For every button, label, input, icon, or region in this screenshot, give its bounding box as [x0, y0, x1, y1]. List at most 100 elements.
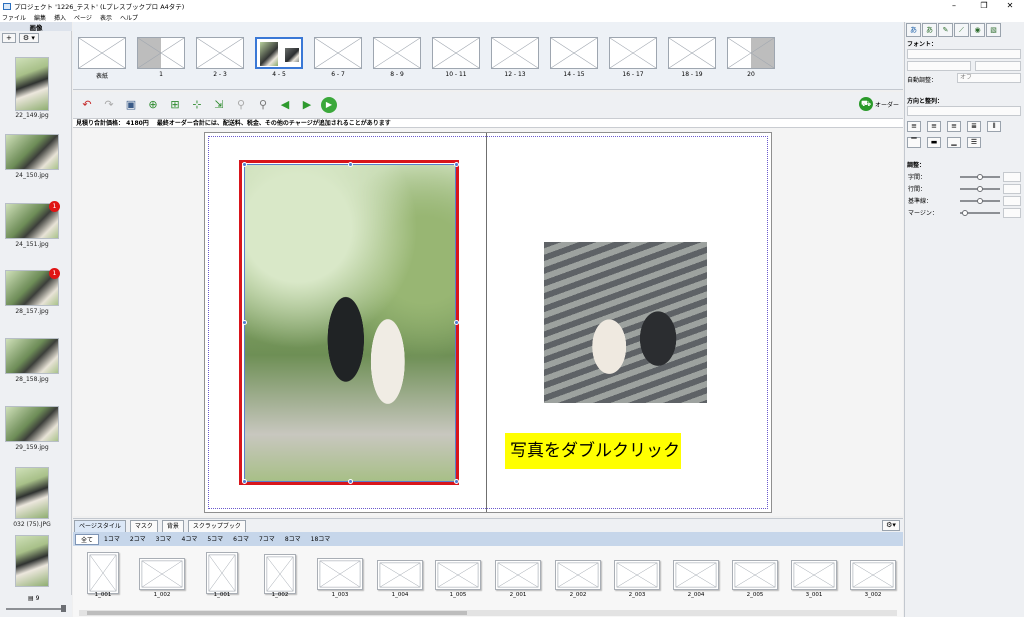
align-right-icon[interactable]: ≡	[947, 121, 961, 132]
spread-thumb[interactable]	[78, 37, 126, 69]
direction-select[interactable]	[907, 106, 1021, 116]
filter-5[interactable]: 5コマ	[202, 534, 228, 545]
filter-8[interactable]: 8コマ	[280, 534, 306, 545]
thumb-size-knob[interactable]	[61, 605, 66, 612]
filter-18[interactable]: 18コマ	[306, 534, 336, 545]
horizontal-scrollbar[interactable]	[79, 610, 897, 616]
resize-handle[interactable]	[348, 162, 353, 167]
resize-handle[interactable]	[454, 479, 459, 484]
tab-page-style[interactable]: ページスタイル	[74, 520, 126, 532]
align-center-icon[interactable]: ≡	[927, 121, 941, 132]
page-template[interactable]	[139, 558, 185, 590]
photo-thumb[interactable]	[15, 467, 49, 519]
filter-3[interactable]: 3コマ	[151, 534, 177, 545]
adjust-slider-knob[interactable]	[977, 186, 983, 192]
order-button[interactable]: ⛟ オーダー	[858, 97, 899, 111]
page-template[interactable]	[87, 552, 119, 594]
resize-handle[interactable]	[454, 320, 459, 325]
auto-adjust-select[interactable]: オフ	[957, 73, 1021, 83]
photo-thumb[interactable]	[5, 406, 59, 442]
restore-button[interactable]: ❐	[970, 0, 998, 12]
valign-top-icon[interactable]: ▔	[907, 137, 921, 148]
resize-handle[interactable]	[454, 162, 459, 167]
adjust-slider-knob[interactable]	[977, 174, 983, 180]
close-button[interactable]: ✕	[996, 0, 1024, 12]
adjust-value-field[interactable]	[1003, 196, 1021, 206]
speech-bubble-icon[interactable]: ◉	[970, 23, 985, 37]
page-template[interactable]	[435, 560, 481, 590]
align-left-icon[interactable]: ≡	[907, 121, 921, 132]
photo-thumb[interactable]	[15, 57, 49, 111]
filter-6[interactable]: 6コマ	[228, 534, 254, 545]
menu-insert[interactable]: 挿入	[54, 13, 66, 22]
filter-1[interactable]: 1コマ	[99, 534, 125, 545]
spread-thumb[interactable]	[727, 37, 775, 69]
spread-thumb[interactable]	[373, 37, 421, 69]
gear-icon[interactable]: ⚙▾	[882, 520, 900, 531]
zoom-out-icon[interactable]: ⚲	[255, 97, 271, 113]
filter-2[interactable]: 2コマ	[125, 534, 151, 545]
tab-background[interactable]: 背景	[161, 520, 184, 532]
thumb-size-slider[interactable]	[6, 608, 66, 610]
resize-handle[interactable]	[242, 320, 247, 325]
pen-icon[interactable]: ✎	[938, 23, 953, 37]
add-photo-button[interactable]: +	[2, 33, 16, 43]
arrow-right-icon[interactable]: ▶	[299, 97, 315, 113]
spread-thumb[interactable]	[255, 37, 303, 69]
insert-page-icon[interactable]: ⊹	[189, 97, 205, 113]
page-template[interactable]	[614, 560, 660, 590]
spread-thumb[interactable]	[491, 37, 539, 69]
page-template[interactable]	[732, 560, 778, 590]
text-tool-icon[interactable]: あ	[906, 23, 921, 37]
valign-bottom-icon[interactable]: ▁	[947, 137, 961, 148]
font-family-select[interactable]	[907, 49, 1021, 59]
minimize-button[interactable]: –	[940, 0, 968, 12]
align-justify-icon[interactable]: ≣	[967, 121, 981, 132]
page-template[interactable]	[377, 560, 423, 590]
spread-thumb[interactable]	[196, 37, 244, 69]
page-template[interactable]	[264, 554, 296, 594]
save-icon[interactable]: ▣	[123, 97, 139, 113]
adjust-slider-knob[interactable]	[962, 210, 968, 216]
spread-thumb[interactable]	[668, 37, 716, 69]
spread-thumb[interactable]	[432, 37, 480, 69]
spread-thumb[interactable]	[550, 37, 598, 69]
menu-page[interactable]: ページ	[74, 13, 92, 22]
page-template[interactable]	[555, 560, 601, 590]
page-spread[interactable]: 写真をダブルクリック	[204, 132, 772, 513]
redo-icon[interactable]: ↷	[101, 97, 117, 113]
editor-canvas[interactable]: 写真をダブルクリック	[73, 128, 903, 516]
adjust-value-field[interactable]	[1003, 184, 1021, 194]
page-template[interactable]	[673, 560, 719, 590]
text-style-icon[interactable]: あ	[922, 23, 937, 37]
filter-7[interactable]: 7コマ	[254, 534, 280, 545]
play-icon[interactable]: ▶	[321, 97, 337, 113]
page-template[interactable]	[206, 552, 238, 594]
valign-middle-icon[interactable]: ▬	[927, 137, 941, 148]
menu-file[interactable]: ファイル	[2, 13, 26, 22]
zoom-in-icon[interactable]: ⚲	[233, 97, 249, 113]
vertical-text-icon[interactable]: ⦀	[987, 121, 1001, 132]
menu-edit[interactable]: 編集	[34, 13, 46, 22]
photo-thumb[interactable]	[5, 338, 59, 374]
selected-photo-frame[interactable]	[239, 160, 459, 485]
spread-thumb[interactable]	[314, 37, 362, 69]
menu-help[interactable]: ヘルプ	[120, 13, 138, 22]
photo-thumb[interactable]	[15, 535, 49, 587]
export-page-icon[interactable]: ⇲	[211, 97, 227, 113]
resize-handle[interactable]	[242, 162, 247, 167]
adjust-value-field[interactable]	[1003, 172, 1021, 182]
font-size-select[interactable]	[907, 61, 971, 71]
wedding-photo-right[interactable]	[544, 242, 707, 403]
photo-settings-button[interactable]: ⚙ ▾	[18, 33, 39, 43]
tab-mask[interactable]: マスク	[129, 520, 158, 532]
arrow-left-icon[interactable]: ◀	[277, 97, 293, 113]
page-template[interactable]	[317, 558, 363, 590]
line-icon[interactable]: ⟋	[954, 23, 969, 37]
filter-4[interactable]: 4コマ	[177, 534, 203, 545]
page-template[interactable]	[495, 560, 541, 590]
spread-thumb[interactable]	[137, 37, 185, 69]
add-spread-icon[interactable]: ⊞	[167, 97, 183, 113]
scroll-thumb[interactable]	[87, 611, 467, 615]
add-page-icon[interactable]: ⊕	[145, 97, 161, 113]
